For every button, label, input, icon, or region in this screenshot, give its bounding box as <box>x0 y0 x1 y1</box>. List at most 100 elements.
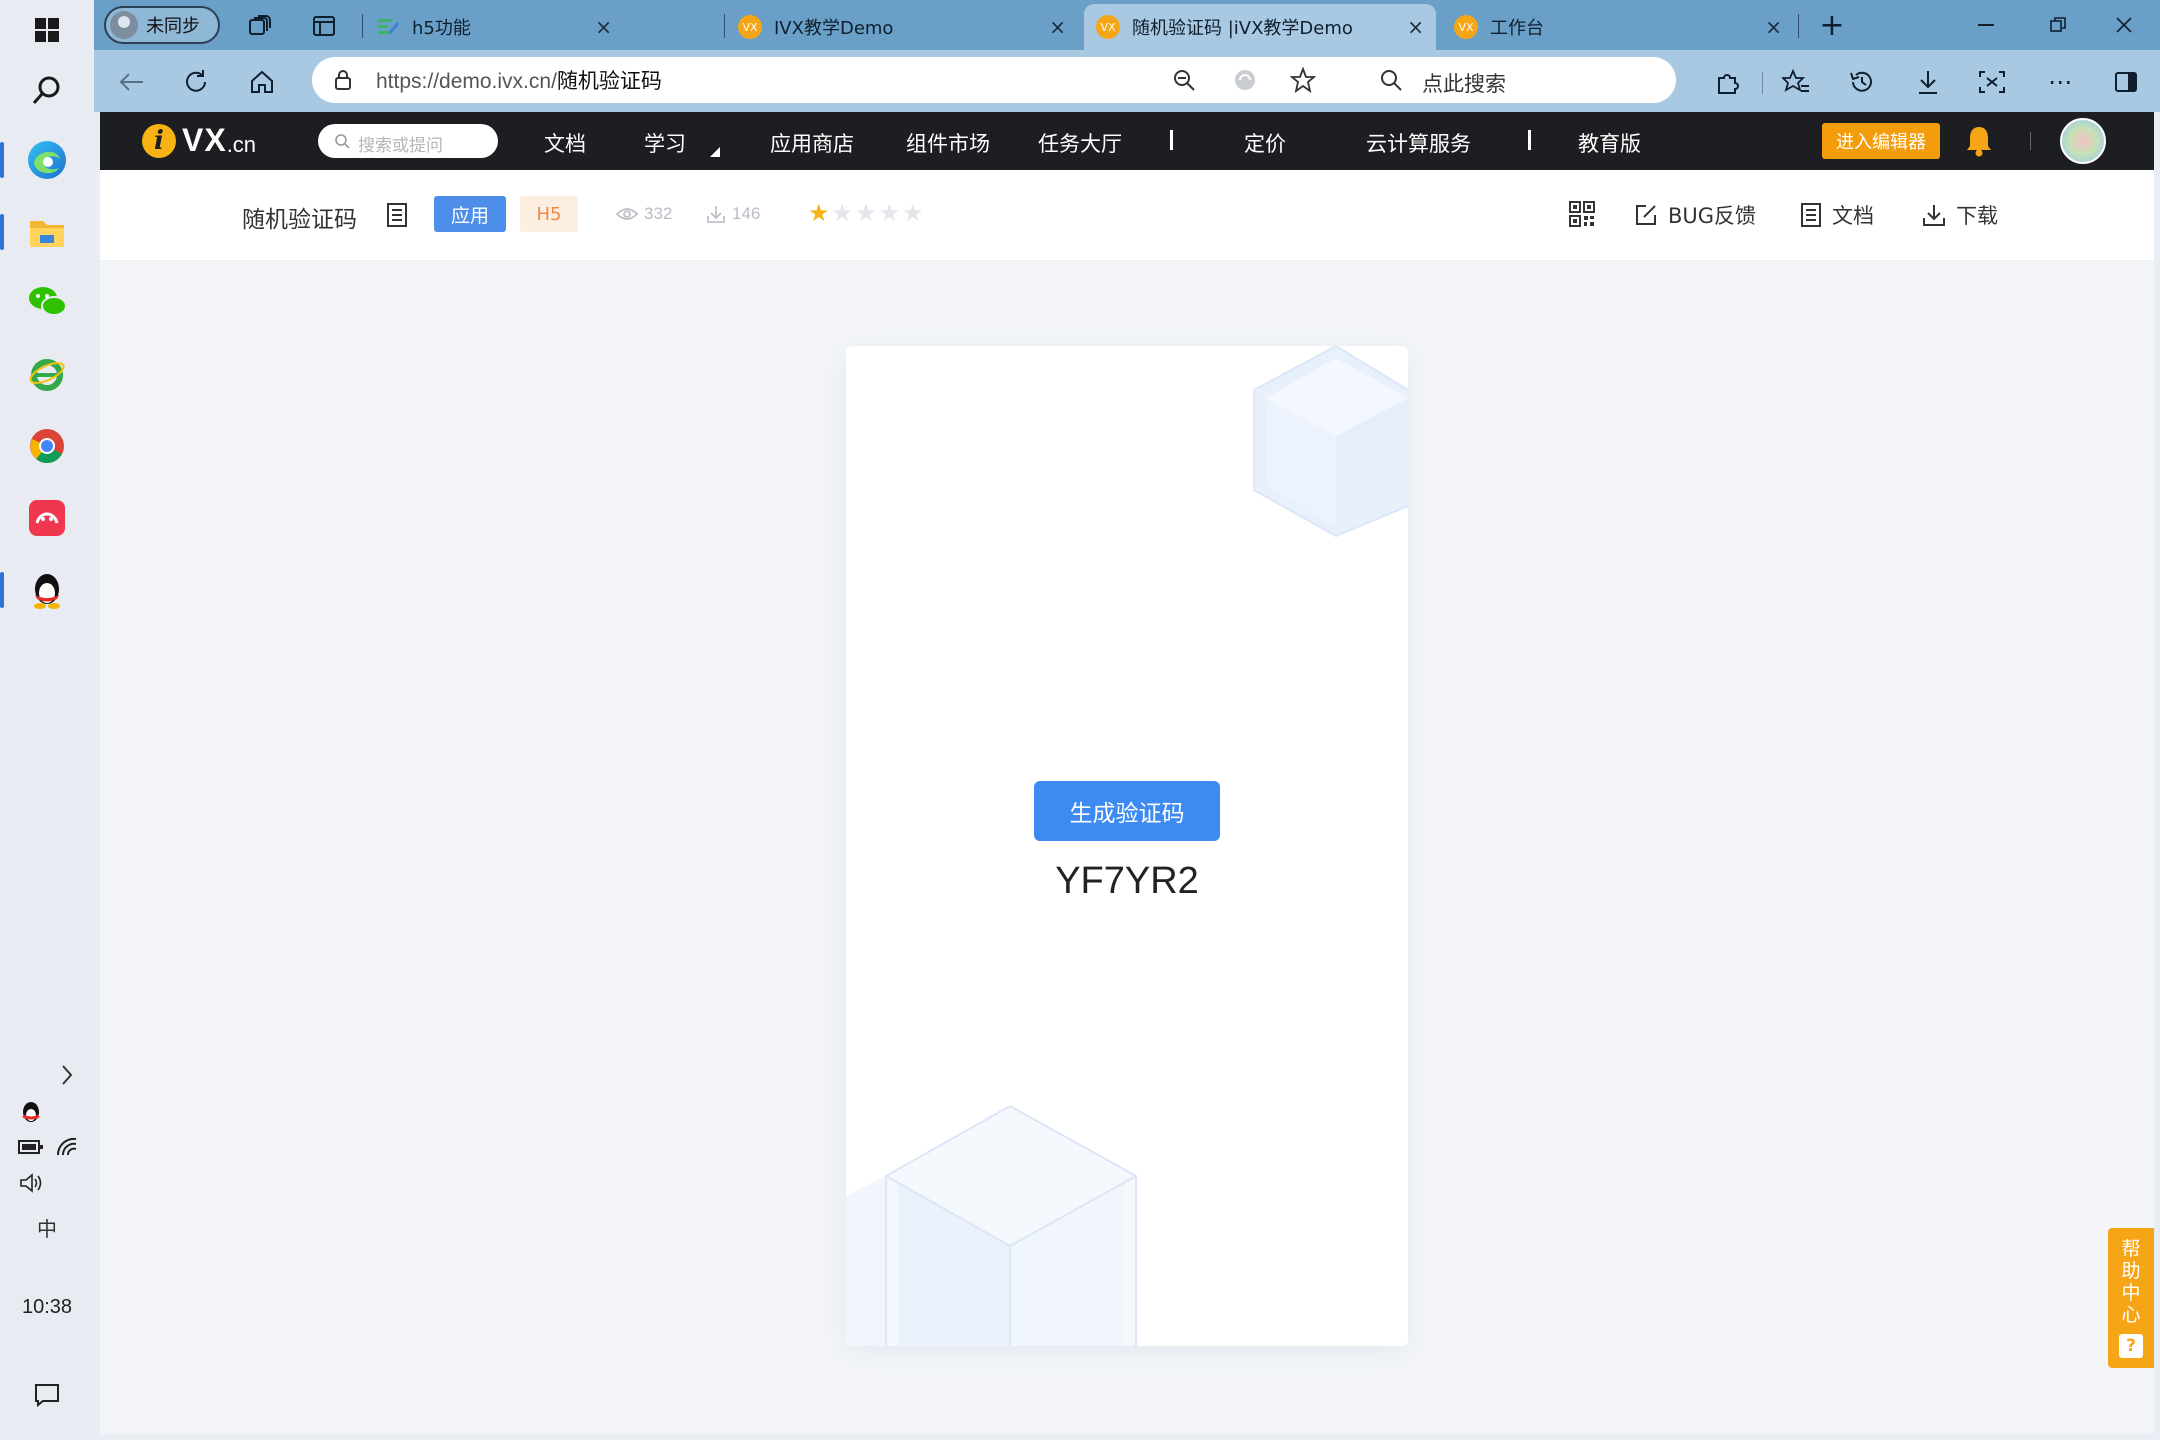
bell-icon[interactable] <box>1964 124 1994 158</box>
star-icon[interactable]: ★ <box>902 201 924 225</box>
help-char: 帮 <box>2121 1238 2141 1260</box>
url-host: https://demo.ivx.cn/ <box>376 70 557 93</box>
logo-cn: .cn <box>226 131 257 157</box>
volume-icon[interactable] <box>14 1166 48 1200</box>
nav-link-component-market[interactable]: 组件市场 <box>906 128 990 158</box>
tab-close-icon[interactable]: × <box>1407 15 1424 39</box>
reader-mode-icon[interactable] <box>1232 68 1258 96</box>
nav-link-task-hall[interactable]: 任务大厅 <box>1038 128 1122 158</box>
qr-code-button[interactable] <box>1568 200 1596 228</box>
clock[interactable]: 10:38 <box>0 1296 94 1319</box>
back-icon[interactable] <box>114 64 150 100</box>
notification-icon[interactable] <box>30 1378 64 1412</box>
star-icon[interactable]: ★ <box>879 201 901 225</box>
toolbar-separator <box>1762 72 1763 94</box>
screenshot-icon[interactable] <box>1974 64 2010 100</box>
download-button[interactable]: 下载 <box>1922 200 1998 230</box>
help-char: 心 <box>2121 1304 2141 1326</box>
home-icon[interactable] <box>244 64 280 100</box>
search-icon <box>1380 69 1402 95</box>
address-bar[interactable]: https://demo.ivx.cn/随机验证码 <box>312 57 1432 103</box>
star-icon[interactable]: ★ <box>832 201 854 225</box>
wechat-icon[interactable] <box>17 272 77 332</box>
logo-i: i <box>142 123 176 158</box>
browser-window: 未同步 h5功能 × VX IVX教学Demo × VX 随机验证码 |iVX教… <box>94 0 2160 1440</box>
tab-title: IVX教学Demo <box>774 18 894 39</box>
tab-ivx-demo[interactable]: VX IVX教学Demo × <box>726 4 1078 50</box>
windows-start-icon[interactable] <box>17 0 77 60</box>
tab-separator <box>1798 14 1799 38</box>
nav-link-pricing[interactable]: 定价 <box>1244 128 1286 158</box>
document-icon[interactable] <box>386 202 408 232</box>
profile-button[interactable]: 未同步 <box>104 6 220 44</box>
chevron-right-icon[interactable] <box>50 1058 84 1092</box>
tab-close-icon[interactable]: × <box>1765 15 1782 39</box>
more-menu-icon[interactable]: ⋯ <box>2042 64 2078 100</box>
restore-icon[interactable] <box>2038 8 2078 42</box>
wifi-icon[interactable] <box>50 1130 84 1164</box>
sidebar-toggle-icon[interactable] <box>2108 64 2144 100</box>
nav-link-cloud[interactable]: 云计算服务 <box>1366 128 1471 158</box>
search-icon[interactable] <box>17 60 77 120</box>
tab-close-icon[interactable]: × <box>1049 15 1066 39</box>
collections-icon[interactable] <box>244 10 276 42</box>
help-char: 中 <box>2121 1282 2141 1304</box>
nav-link-learn[interactable]: 学习 <box>644 128 686 158</box>
bug-feedback-button[interactable]: BUG反馈 <box>1634 200 1756 230</box>
edge-icon[interactable] <box>0 130 77 190</box>
extensions-icon[interactable] <box>1710 64 1746 100</box>
document-icon <box>1801 203 1821 227</box>
nav-link-app-store[interactable]: 应用商店 <box>770 128 854 158</box>
tab-random-code[interactable]: VX 随机验证码 |iVX教学Demo × <box>1084 4 1436 50</box>
favorites-icon[interactable] <box>1778 64 1814 100</box>
generate-code-button[interactable]: 生成验证码 <box>1034 781 1220 841</box>
zoom-out-icon[interactable] <box>1172 68 1196 96</box>
tab-close-icon[interactable]: × <box>595 15 612 39</box>
star-icon[interactable]: ★ <box>808 201 830 225</box>
tab-title: h5功能 <box>412 18 471 39</box>
docs-button[interactable]: 文档 <box>1800 200 1874 230</box>
rating-stars[interactable]: ★ ★ ★ ★ ★ <box>808 201 924 225</box>
chrome-icon[interactable] <box>17 416 77 476</box>
tab-title: 随机验证码 |iVX教学Demo <box>1132 18 1353 39</box>
nav-link-docs[interactable]: 文档 <box>544 128 586 158</box>
ime-indicator[interactable]: 中 <box>30 1210 64 1244</box>
tab-workbench[interactable]: VX 工作台 × <box>1442 4 1794 50</box>
lock-icon[interactable] <box>334 69 352 95</box>
browser-search-box[interactable]: 点此搜索 <box>1356 57 1676 103</box>
favorite-star-icon[interactable] <box>1289 66 1317 97</box>
battery-icon[interactable] <box>14 1130 48 1164</box>
refresh-icon[interactable] <box>178 64 214 100</box>
logo-vx: VX <box>182 122 227 158</box>
new-tab-button[interactable]: + <box>1812 8 1852 43</box>
search-icon <box>334 133 350 153</box>
nav-search-placeholder: 搜索或提问 <box>358 136 443 156</box>
minimize-icon[interactable] <box>1966 8 2006 42</box>
question-icon: ? <box>2119 1334 2143 1358</box>
history-icon[interactable] <box>1844 64 1880 100</box>
ivx-favicon-icon: VX <box>1454 15 1478 39</box>
download-icon <box>1923 205 1945 226</box>
nav-search-input[interactable]: 搜索或提问 <box>318 124 498 158</box>
downloads-icon[interactable] <box>1910 64 1946 100</box>
url-text[interactable]: https://demo.ivx.cn/随机验证码 <box>376 65 662 95</box>
vertical-tabs-icon[interactable] <box>308 10 340 42</box>
nav-link-education[interactable]: 教育版 <box>1578 128 1641 158</box>
help-center-button[interactable]: 帮 助 中 心 ? <box>2108 1228 2154 1368</box>
app-red-icon[interactable] <box>17 488 77 548</box>
search-placeholder: 点此搜索 <box>1422 72 1506 96</box>
qq-tray-icon[interactable] <box>14 1096 48 1130</box>
ie-icon[interactable] <box>17 344 77 404</box>
star-icon[interactable]: ★ <box>855 201 877 225</box>
ivx-logo[interactable]: i VX .cn <box>142 122 256 159</box>
nav-separator <box>1170 130 1173 150</box>
caret-down-icon[interactable] <box>710 142 720 161</box>
tab-h5[interactable]: h5功能 × <box>364 4 624 50</box>
close-window-icon[interactable] <box>2104 8 2144 42</box>
qq-icon[interactable] <box>0 560 77 620</box>
avatar[interactable] <box>2060 118 2106 164</box>
file-explorer-icon[interactable] <box>0 202 77 262</box>
help-char: 助 <box>2121 1260 2141 1282</box>
enter-editor-button[interactable]: 进入编辑器 <box>1822 123 1940 159</box>
decorative-cube-bottom <box>846 1106 1137 1346</box>
